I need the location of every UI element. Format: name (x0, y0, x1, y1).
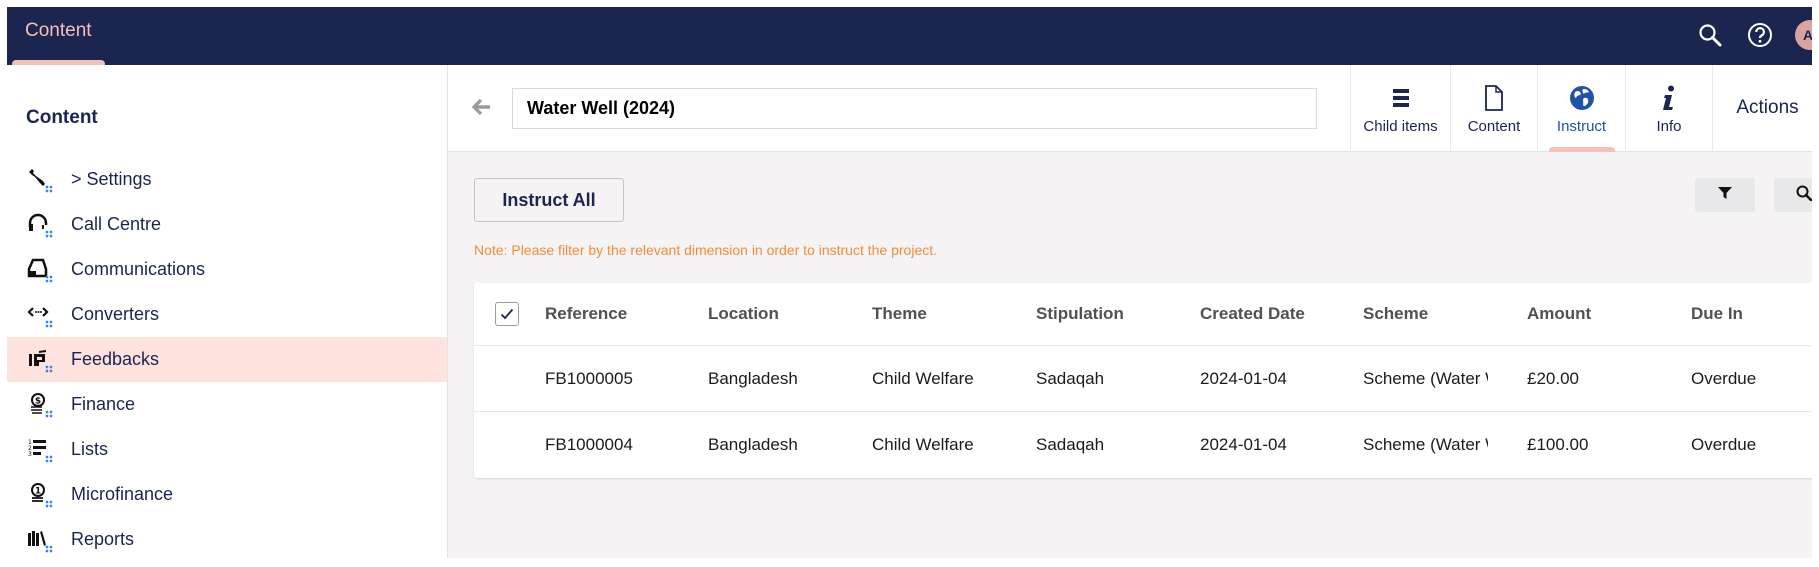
active-tab-indicator (1548, 147, 1615, 152)
back-arrow-icon[interactable] (470, 95, 494, 119)
tab-label: Child items (1363, 118, 1438, 135)
cell-location: Bangladesh (708, 435, 798, 454)
sidebar-item-label: Microfinance (71, 484, 174, 504)
coins-icon: $ (27, 392, 55, 418)
table-header-row: Reference Location Theme Stipulation Cre… (474, 283, 1812, 346)
info-icon (1661, 85, 1677, 111)
select-all-checkbox[interactable] (495, 302, 519, 326)
cell-amount: £20.00 (1527, 368, 1579, 388)
cell-stipulation: Sadaqah (1036, 435, 1105, 454)
sidebar-item-communications[interactable]: Communications (7, 247, 447, 292)
sidebar-item-label: Finance (71, 394, 136, 414)
headset-icon (27, 212, 55, 238)
sidebar-item-settings[interactable]: > Settings (7, 157, 447, 202)
cell-due-in: Overdue (1691, 368, 1757, 388)
feedback-icon (27, 347, 55, 373)
filter-button[interactable] (1695, 178, 1755, 212)
books-icon (27, 527, 55, 553)
cell-reference: FB1000004 (545, 435, 633, 454)
column-header-created-date[interactable]: Created Date (1200, 283, 1350, 345)
sidebar-item-label: Lists (71, 439, 109, 459)
column-header-location[interactable]: Location (708, 283, 858, 345)
tab-label: Instruct (1556, 118, 1607, 135)
communications-icon (27, 257, 55, 283)
cell-scheme: Scheme (Water Well (2024)) (1363, 368, 1488, 388)
cell-scheme: Scheme (Water Well (2024)) (1363, 435, 1488, 454)
svg-text:$: $ (35, 396, 41, 406)
tab-content[interactable]: Content (1450, 65, 1537, 152)
help-icon[interactable] (1745, 20, 1775, 50)
tab-info[interactable]: Info (1625, 65, 1712, 152)
sidebar-tree: > Settings Call Centre Communications Co… (7, 157, 447, 558)
numbered-list-icon: 123 (27, 437, 55, 463)
section-tab-content[interactable]: Content (7, 7, 105, 65)
cell-reference: FB1000005 (545, 368, 633, 388)
sidebar-item-lists[interactable]: 123 Lists (7, 427, 447, 472)
sidebar-item-microfinance[interactable]: 1 Microfinance (7, 472, 447, 517)
instruct-all-button[interactable]: Instruct All (474, 178, 624, 222)
sidebar-item-finance[interactable]: $ Finance (7, 382, 447, 427)
cell-created-date: 2024-01-04 (1200, 435, 1287, 454)
actions-menu-button[interactable]: Actions (1712, 65, 1812, 152)
tab-label: Content (1467, 118, 1521, 135)
document-icon (1484, 85, 1504, 111)
sidebar-item-label: Converters (71, 304, 160, 324)
top-header: Content A (7, 7, 1812, 65)
column-header-amount[interactable]: Amount (1527, 283, 1677, 345)
coin-stack-icon: 1 (27, 482, 55, 508)
cell-created-date: 2024-01-04 (1200, 368, 1287, 388)
wrench-icon (27, 167, 55, 193)
column-header-due-in[interactable]: Due In (1691, 283, 1811, 345)
column-header-stipulation[interactable]: Stipulation (1036, 283, 1186, 345)
tab-instruct[interactable]: Instruct (1537, 65, 1625, 152)
svg-text:1: 1 (35, 486, 41, 496)
converter-icon (27, 302, 55, 328)
sidebar: Content > Settings Call Centre Communica… (7, 65, 448, 558)
sidebar-item-reports[interactable]: Reports (7, 517, 447, 558)
cell-due-in: Overdue (1691, 435, 1757, 454)
sidebar-item-feedbacks[interactable]: Feedbacks (7, 337, 447, 382)
cell-stipulation: Sadaqah (1036, 368, 1105, 388)
app-window: Content A Content > Settings Call Centre… (7, 7, 1812, 558)
table-row[interactable]: FB1000005 Bangladesh Child Welfare Sadaq… (474, 346, 1812, 412)
cell-theme: Child Welfare (872, 368, 974, 388)
instruction-note: Note: Please filter by the relevant dime… (474, 242, 938, 258)
sidebar-item-label: Feedbacks (71, 349, 160, 369)
section-tab-label: Content (25, 20, 92, 41)
sidebar-item-call-centre[interactable]: Call Centre (7, 202, 447, 247)
sidebar-item-label: > Settings (71, 169, 152, 189)
column-header-theme[interactable]: Theme (872, 283, 1022, 345)
tab-child-items[interactable]: Child items (1350, 65, 1450, 152)
table-row[interactable]: FB1000004 Bangladesh Child Welfare Sadaq… (474, 412, 1812, 478)
filter-icon (1718, 186, 1732, 205)
globe-icon (1569, 85, 1595, 111)
feedback-table: Reference Location Theme Stipulation Cre… (474, 283, 1812, 478)
list-icon (1392, 85, 1410, 111)
checkmark-icon (500, 308, 514, 320)
search-icon (1796, 185, 1812, 206)
user-avatar[interactable]: A (1795, 20, 1812, 50)
node-name-input[interactable] (512, 88, 1317, 129)
svg-text:3: 3 (28, 451, 32, 458)
cell-location: Bangladesh (708, 368, 798, 388)
main-panel: Child items Content Instruct Info (448, 65, 1812, 558)
sidebar-title: Content (26, 107, 98, 128)
actions-label: Actions (1736, 97, 1799, 118)
sidebar-item-label: Call Centre (71, 214, 162, 234)
search-icon[interactable] (1695, 20, 1725, 50)
column-header-reference[interactable]: Reference (545, 283, 695, 345)
table-search-button[interactable] (1774, 178, 1812, 212)
cell-theme: Child Welfare (872, 435, 974, 454)
tab-label: Info (1656, 118, 1682, 135)
sidebar-item-converters[interactable]: Converters (7, 292, 447, 337)
cell-amount: £100.00 (1527, 435, 1589, 454)
sidebar-item-label: Communications (71, 259, 206, 279)
editor-header: Child items Content Instruct Info (448, 65, 1812, 152)
column-header-scheme[interactable]: Scheme (1363, 283, 1488, 345)
sidebar-item-label: Reports (71, 529, 135, 549)
